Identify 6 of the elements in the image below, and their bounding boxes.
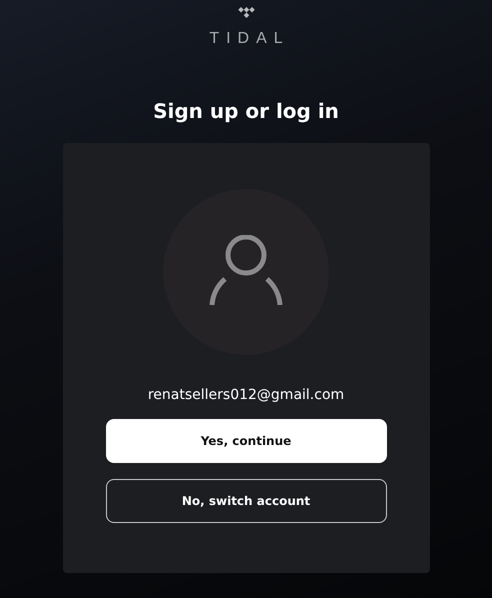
diamonds-logo-icon	[238, 7, 254, 18]
continue-button[interactable]: Yes, continue	[106, 419, 386, 463]
brand-name: TIDAL	[208, 30, 290, 48]
account-email: renatsellers012@gmail.com	[148, 386, 344, 404]
switch-account-button[interactable]: No, switch account	[106, 479, 386, 523]
page-heading: Sign up or log in	[153, 98, 339, 124]
